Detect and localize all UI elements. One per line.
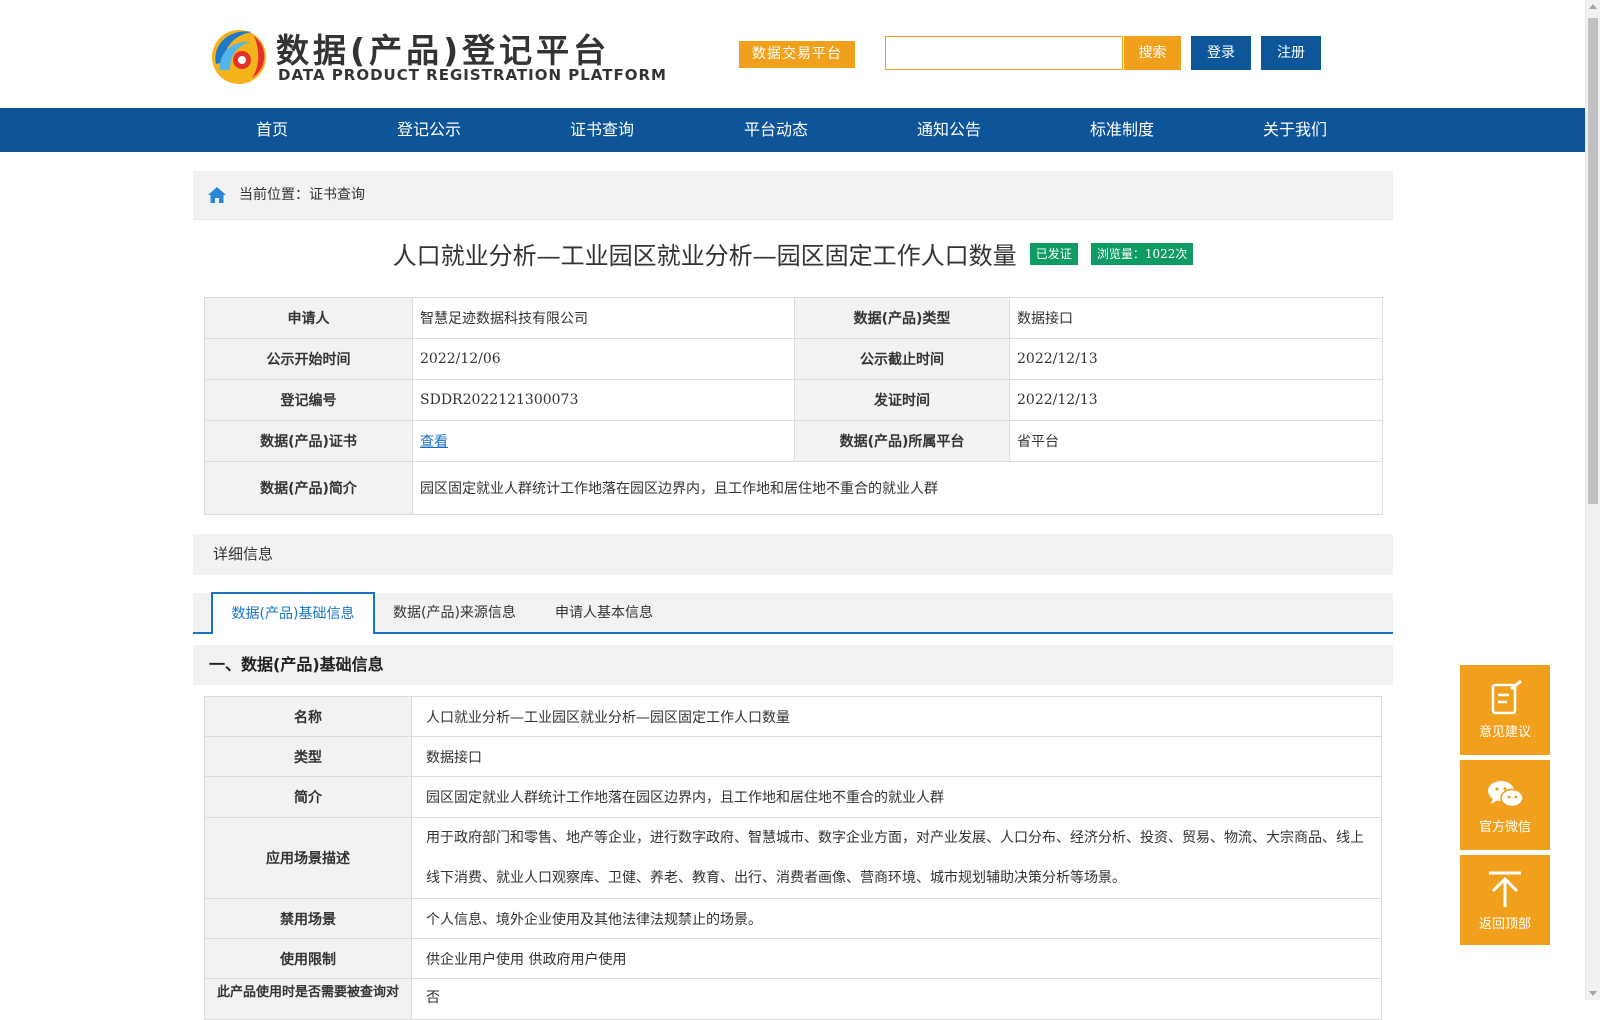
intro-value: 园区固定就业人群统计工作地落在园区边界内，且工作地和居住地不重合的就业人群 xyxy=(420,481,938,497)
summary-value: 园区固定就业人群统计工作地落在园区边界内，且工作地和居住地不重合的就业人群 xyxy=(426,790,944,806)
site-header: 数据(产品)登记平台 DATA PRODUCT REGISTRATION PLA… xyxy=(0,0,1585,108)
pub-start-label: 公示开始时间 xyxy=(205,339,413,379)
section-title: 一、数据(产品)基础信息 xyxy=(209,655,384,674)
nav-item-registration-notice[interactable]: 登记公示 xyxy=(397,108,461,152)
nav-item-notices[interactable]: 通知公告 xyxy=(917,108,981,152)
search-input[interactable] xyxy=(885,36,1123,70)
tab-basic-info[interactable]: 数据(产品)基础信息 xyxy=(211,592,375,634)
breadcrumb: 当前位置：证书查询 xyxy=(193,171,1393,220)
home-icon[interactable] xyxy=(207,185,227,205)
arrow-up-icon xyxy=(1489,871,1521,907)
pub-end-label: 公示截止时间 xyxy=(795,339,1010,379)
info-row: 登记编号 SDDR2022121300073 发证时间 2022/12/13 xyxy=(205,380,1382,421)
prohibited-label: 禁用场景 xyxy=(205,899,412,938)
basic-info-table: 名称 人口就业分析—工业园区就业分析—园区固定工作人口数量 类型 数据接口 简介… xyxy=(204,696,1382,1020)
feedback-edit-icon xyxy=(1491,679,1522,715)
applicant-value: 智慧足迹数据科技有限公司 xyxy=(413,298,795,338)
name-label: 名称 xyxy=(205,697,412,736)
certificate-label: 数据(产品)证书 xyxy=(205,421,413,461)
table-row: 简介 园区固定就业人群统计工作地落在园区边界内，且工作地和居住地不重合的就业人群 xyxy=(205,777,1381,818)
table-row: 应用场景描述 用于政府部门和零售、地产等企业，进行数字政府、智慧城市、数字企业方… xyxy=(205,818,1381,899)
scenario-value: 用于政府部门和零售、地产等企业，进行数字政府、智慧城市、数字企业方面，对产业发展… xyxy=(426,830,1364,886)
page-title: 人口就业分析—工业园区就业分析—园区固定工作人口数量 xyxy=(392,242,1017,270)
type-value: 数据接口 xyxy=(1017,311,1073,327)
reg-no-label: 登记编号 xyxy=(205,380,413,420)
pub-start-value: 2022/12/06 xyxy=(413,339,795,379)
table-row: 此产品使用时是否需要被查询对 否 xyxy=(205,979,1381,1019)
info-row: 数据(产品)简介 园区固定就业人群统计工作地落在园区边界内，且工作地和居住地不重… xyxy=(205,462,1382,514)
trade-platform-button[interactable]: 数据交易平台 xyxy=(739,41,855,68)
prohibited-value: 个人信息、境外企业使用及其他法律法规禁止的场景。 xyxy=(426,911,762,928)
detail-tabs: 数据(产品)基础信息 数据(产品)来源信息 申请人基本信息 xyxy=(193,592,1393,634)
info-row: 数据(产品)证书 查看 数据(产品)所属平台 省平台 xyxy=(205,421,1382,462)
applicant-label: 申请人 xyxy=(205,298,413,338)
info-row: 公示开始时间 2022/12/06 公示截止时间 2022/12/13 xyxy=(205,339,1382,380)
detail-info-header: 详细信息 xyxy=(193,534,1393,575)
pub-end-value: 2022/12/13 xyxy=(1017,351,1098,367)
nav-item-home[interactable]: 首页 xyxy=(256,108,288,152)
usage-limit-label: 使用限制 xyxy=(205,939,412,978)
wechat-icon xyxy=(1488,781,1524,808)
nav-item-certificate-query[interactable]: 证书查询 xyxy=(570,108,634,152)
table-row: 类型 数据接口 xyxy=(205,737,1381,777)
query-consent-value: 否 xyxy=(426,990,440,1006)
certificate-cell: 查看 xyxy=(413,421,795,461)
login-button[interactable]: 登录 xyxy=(1191,36,1251,70)
info-row: 申请人 智慧足迹数据科技有限公司 数据(产品)类型 数据接口 xyxy=(205,298,1382,339)
table-row: 名称 人口就业分析—工业园区就业分析—园区固定工作人口数量 xyxy=(205,697,1381,737)
main-nav: 首页 登记公示 证书查询 平台动态 通知公告 标准制度 关于我们 xyxy=(0,108,1585,152)
product-info-table: 申请人 智慧足迹数据科技有限公司 数据(产品)类型 数据接口 公示开始时间 20… xyxy=(204,297,1383,515)
nav-item-platform-news[interactable]: 平台动态 xyxy=(744,108,808,152)
usage-limit-value: 供企业用户使用 供政府用户使用 xyxy=(426,951,627,968)
feedback-button[interactable]: 意见建议 xyxy=(1460,665,1550,755)
view-certificate-link[interactable]: 查看 xyxy=(420,431,448,451)
wechat-button[interactable]: 官方微信 xyxy=(1460,760,1550,850)
feedback-label: 意见建议 xyxy=(1478,725,1531,740)
type-label: 类型 xyxy=(205,737,412,776)
summary-label: 简介 xyxy=(205,777,412,817)
logo-title-cn: 数据(产品)登记平台 xyxy=(276,31,611,70)
section-header: 一、数据(产品)基础信息 xyxy=(193,645,1393,685)
issue-date-label: 发证时间 xyxy=(795,380,1010,420)
platform-label: 数据(产品)所属平台 xyxy=(795,421,1010,461)
breadcrumb-text: 当前位置：证书查询 xyxy=(239,187,365,203)
logo-title-en: DATA PRODUCT REGISTRATION PLATFORM xyxy=(278,66,667,84)
type-label: 数据(产品)类型 xyxy=(795,298,1010,338)
logo-mark-icon xyxy=(212,30,266,84)
issue-date-value: 2022/12/13 xyxy=(1017,392,1098,408)
table-row: 使用限制 供企业用户使用 供政府用户使用 xyxy=(205,939,1381,979)
platform-value: 省平台 xyxy=(1017,434,1059,450)
nav-item-about-us[interactable]: 关于我们 xyxy=(1263,108,1327,152)
views-badge: 浏览量：1022次 xyxy=(1090,242,1194,265)
intro-label: 数据(产品)简介 xyxy=(205,462,413,514)
detail-info-title: 详细信息 xyxy=(213,545,274,563)
scrollbar-thumb[interactable] xyxy=(1588,18,1598,504)
tab-applicant-info[interactable]: 申请人基本信息 xyxy=(555,593,653,634)
scroll-up-arrow-icon[interactable] xyxy=(1589,4,1597,9)
search-button[interactable]: 搜索 xyxy=(1124,36,1181,70)
type-value: 数据接口 xyxy=(426,749,482,766)
table-row: 禁用场景 个人信息、境外企业使用及其他法律法规禁止的场景。 xyxy=(205,899,1381,939)
wechat-label: 官方微信 xyxy=(1478,820,1531,835)
product-title-row: 人口就业分析—工业园区就业分析—园区固定工作人口数量 已发证 浏览量：1022次 xyxy=(193,236,1393,272)
back-to-top-button[interactable]: 返回顶部 xyxy=(1460,855,1550,945)
register-button[interactable]: 注册 xyxy=(1261,36,1321,70)
scroll-down-arrow-icon[interactable] xyxy=(1589,991,1597,996)
query-consent-label: 此产品使用时是否需要被查询对 xyxy=(205,979,412,1019)
page-scrollbar[interactable] xyxy=(1585,0,1600,1000)
back-to-top-label: 返回顶部 xyxy=(1478,917,1531,932)
reg-no-value: SDDR2022121300073 xyxy=(413,380,795,420)
status-badge: 已发证 xyxy=(1029,242,1078,265)
tab-source-info[interactable]: 数据(产品)来源信息 xyxy=(393,593,516,634)
scenario-label: 应用场景描述 xyxy=(205,818,412,898)
name-value: 人口就业分析—工业园区就业分析—园区固定工作人口数量 xyxy=(426,709,790,726)
site-logo[interactable]: 数据(产品)登记平台 DATA PRODUCT REGISTRATION PLA… xyxy=(208,24,666,86)
nav-item-standards[interactable]: 标准制度 xyxy=(1090,108,1154,152)
